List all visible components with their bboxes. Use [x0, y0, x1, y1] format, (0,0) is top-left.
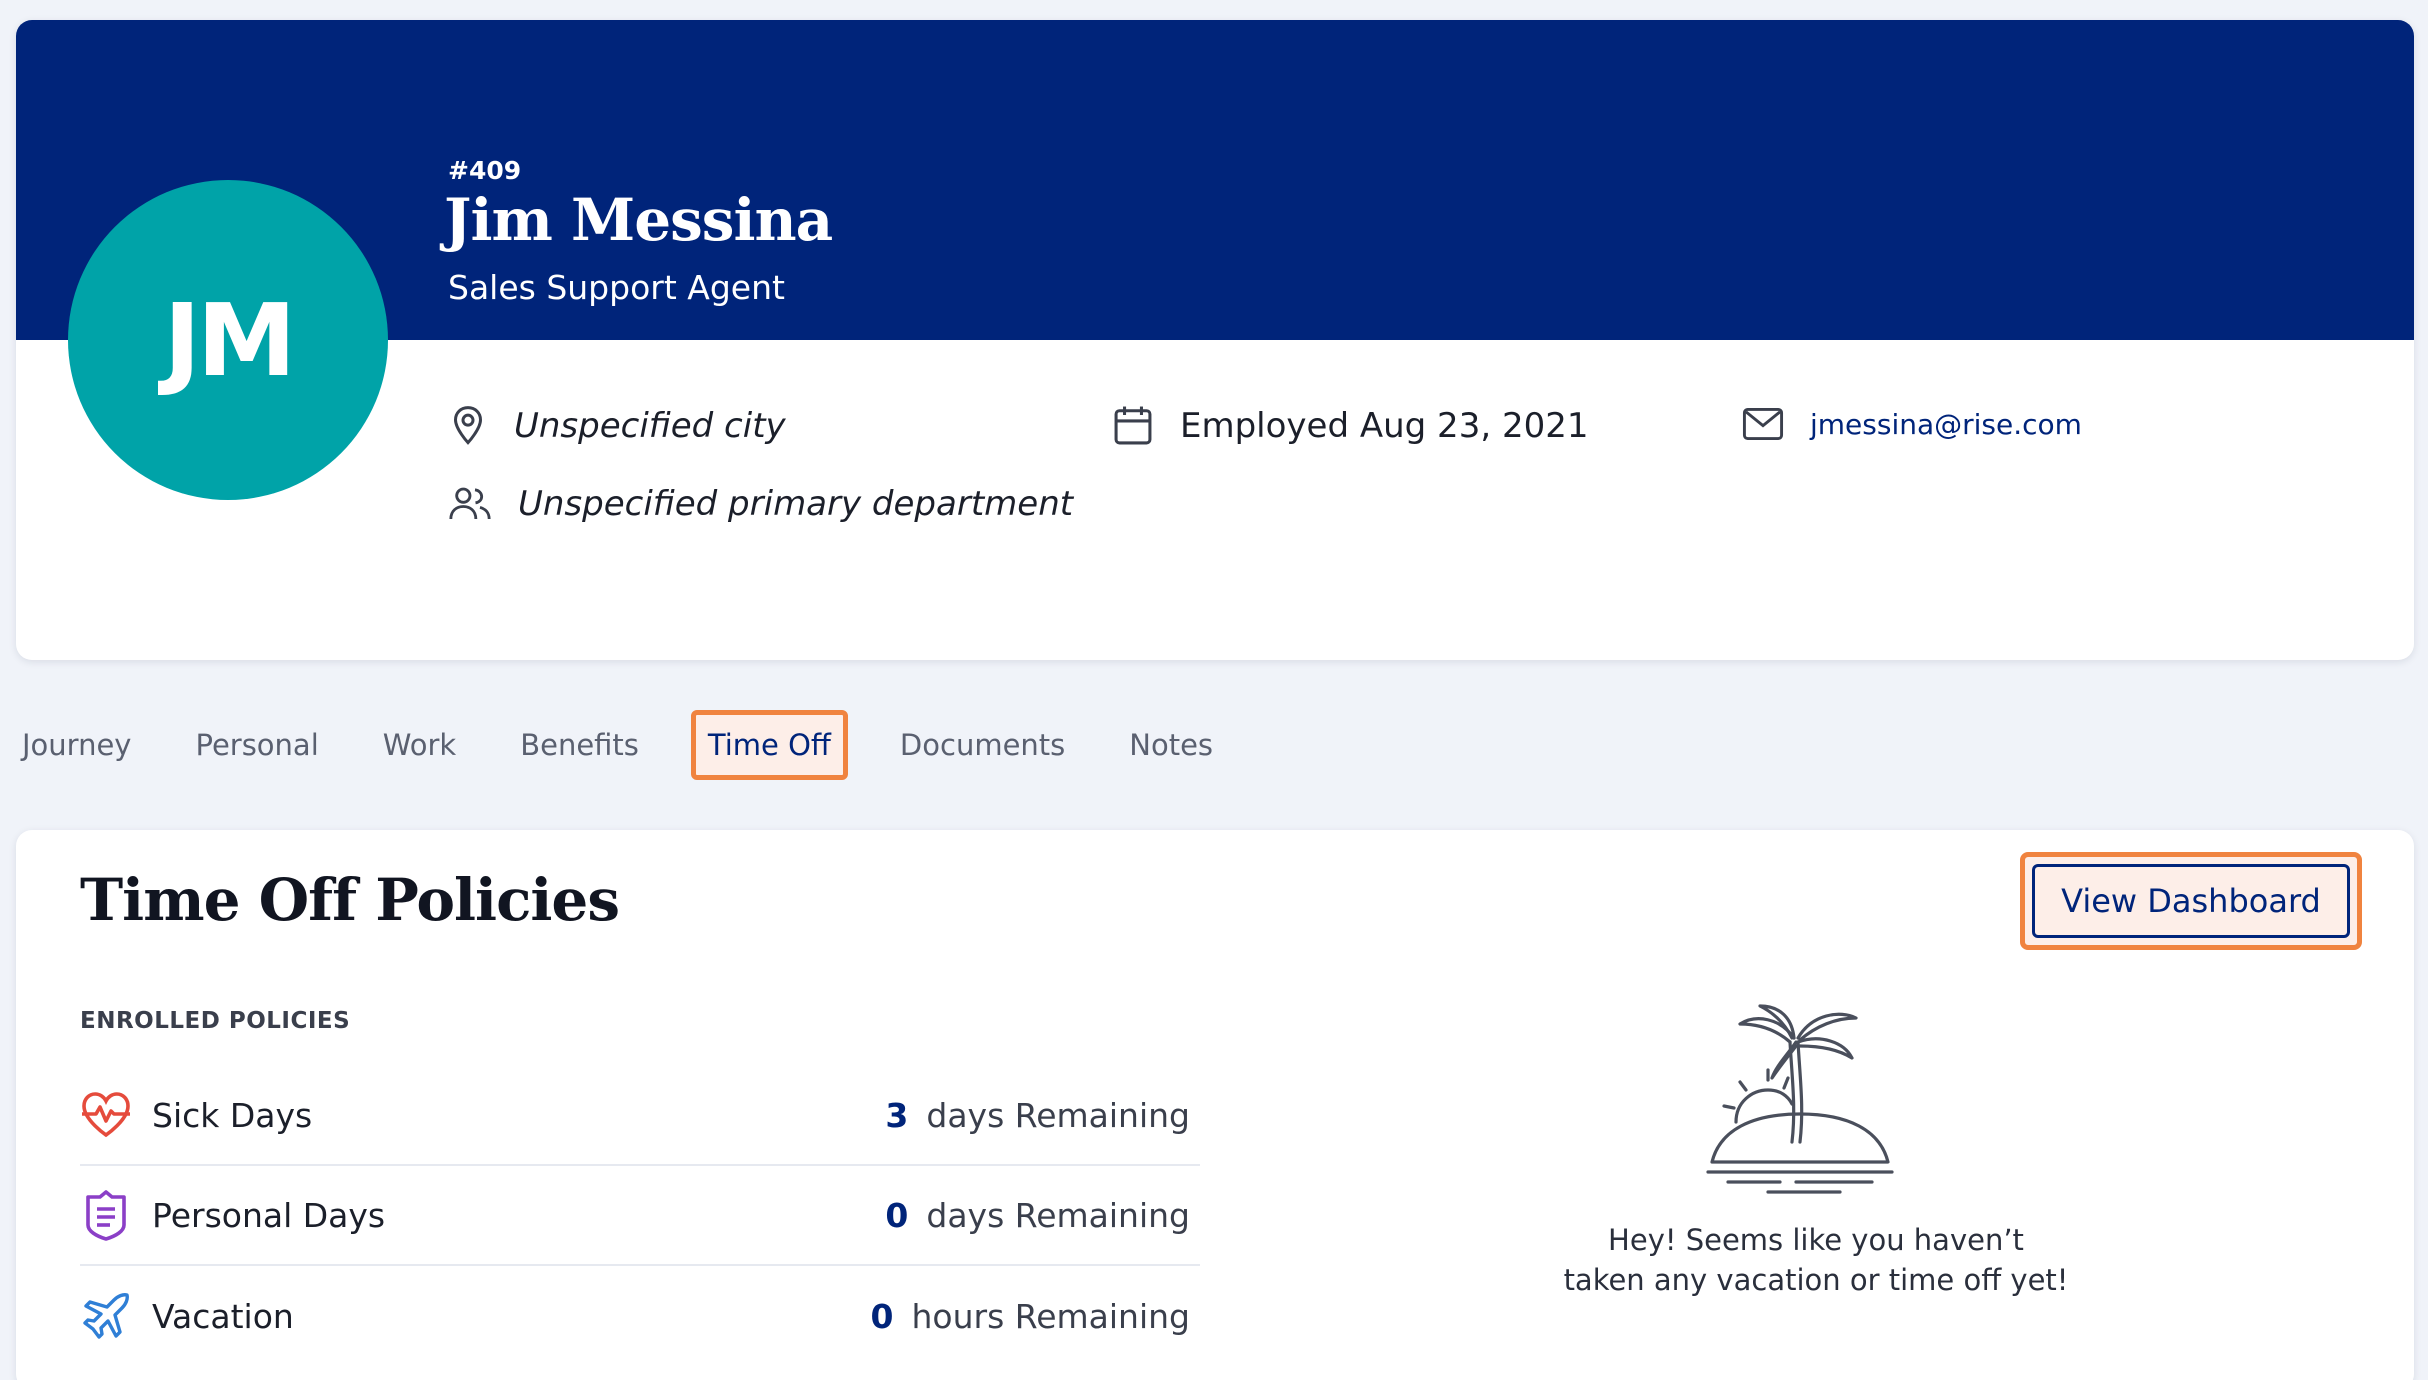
employee-job-title: Sales Support Agent [448, 268, 785, 307]
enrolled-policies-heading: ENROLLED POLICIES [80, 1008, 351, 1034]
empty-state-message: Hey! Seems like you haven’t taken any va… [1496, 1220, 2136, 1300]
info-employment: Employed Aug 23, 2021 [1112, 404, 1588, 448]
policy-value: 0 [885, 1195, 909, 1235]
heartbeat-icon [82, 1092, 130, 1138]
section-title: Time Off Policies [80, 866, 620, 934]
policy-unit: days Remaining [926, 1095, 1190, 1135]
time-off-card: Time Off Policies View Dashboard ENROLLE… [16, 830, 2414, 1380]
policy-name: Personal Days [152, 1195, 386, 1235]
profile-card: JM #409 Jim Messina Sales Support Agent … [16, 20, 2414, 660]
view-dashboard-button[interactable]: View Dashboard [2020, 852, 2362, 950]
calendar-icon [1114, 406, 1152, 445]
info-city: Unspecified city [448, 404, 786, 448]
location-pin-icon [453, 406, 483, 445]
policy-unit: days Remaining [926, 1195, 1190, 1235]
policy-value: 0 [870, 1296, 894, 1336]
tab-documents[interactable]: Documents [888, 710, 1077, 780]
island-illustration-icon [1706, 1004, 1894, 1194]
tab-journey[interactable]: Journey [0, 710, 143, 780]
policy-value: 3 [885, 1095, 909, 1135]
people-icon [449, 487, 491, 520]
avatar: JM [68, 180, 388, 500]
city-text: Unspecified city [514, 406, 786, 446]
mail-icon [1742, 408, 1784, 440]
tab-notes[interactable]: Notes [1117, 710, 1225, 780]
policy-row-personal-days[interactable]: Personal Days 0 days Remaining [80, 1166, 1200, 1266]
policy-name: Vacation [152, 1296, 294, 1336]
tab-personal[interactable]: Personal [183, 710, 330, 780]
empty-state-line-1: Hey! Seems like you haven’t [1608, 1223, 2024, 1257]
policy-name: Sick Days [152, 1095, 313, 1135]
department-text: Unspecified primary department [518, 484, 1074, 524]
employee-number: #409 [448, 156, 522, 185]
empty-state-line-2: taken any vacation or time off yet! [1563, 1263, 2069, 1297]
policy-unit: hours Remaining [911, 1296, 1190, 1336]
tab-time-off[interactable]: Time Off [690, 710, 848, 780]
employment-text: Employed Aug 23, 2021 [1180, 406, 1589, 446]
profile-tabs: Journey Personal Work Benefits Time Off … [0, 700, 1265, 790]
policy-row-sick-days[interactable]: Sick Days 3 days Remaining [80, 1066, 1200, 1166]
email-link[interactable]: jmessina@rise.com [1810, 408, 2082, 441]
view-dashboard-label: View Dashboard [2032, 864, 2350, 938]
employee-name: Jim Messina [444, 186, 833, 254]
policy-row-vacation[interactable]: Vacation 0 hours Remaining [80, 1266, 1200, 1366]
plane-icon [83, 1293, 129, 1339]
avatar-initials: JM [163, 281, 297, 399]
info-email: jmessina@rise.com [1742, 406, 2082, 442]
tab-work[interactable]: Work [371, 710, 468, 780]
policy-list: Sick Days 3 days Remaining Personal Days… [80, 1066, 1200, 1366]
badge-icon [86, 1190, 126, 1241]
tab-benefits[interactable]: Benefits [508, 710, 651, 780]
info-department: Unspecified primary department [448, 484, 1073, 524]
